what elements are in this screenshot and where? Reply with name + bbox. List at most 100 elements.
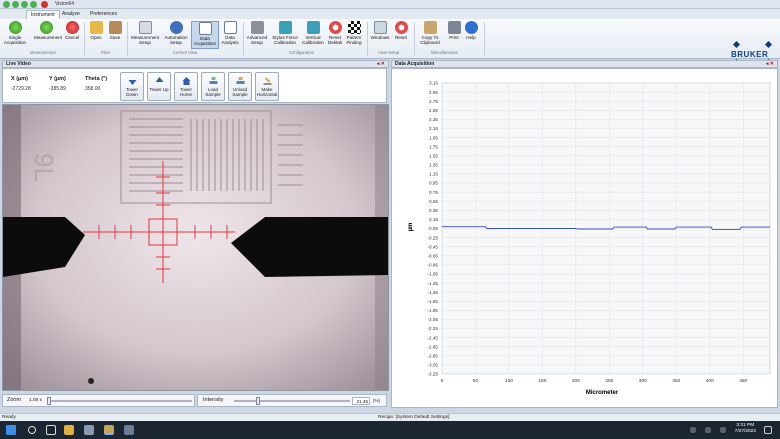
- intensity-value-field[interactable]: 21.35: [352, 397, 370, 405]
- theta-value: 358.00: [85, 86, 101, 92]
- y-tick-label: 3.15: [429, 81, 438, 86]
- y-tick-label: -1.25: [428, 281, 439, 286]
- single-acquisition-icon: [8, 21, 22, 34]
- tower-down-button[interactable]: Tower Down: [120, 72, 144, 101]
- windows-icon: [373, 21, 387, 34]
- stylus-force-calibration-button[interactable]: Stylus Force Calibration: [270, 21, 300, 45]
- arrow-up-icon: [155, 77, 164, 82]
- tray-icon[interactable]: [720, 427, 726, 433]
- vision64-taskbar-icon[interactable]: [104, 425, 114, 435]
- y-tick-label: -0.25: [428, 235, 439, 240]
- zoom-value: 1.00 x: [29, 398, 43, 403]
- cancel-button[interactable]: Cancel: [60, 21, 84, 40]
- advanced-setup-button[interactable]: Advanced Setup: [245, 21, 269, 45]
- ribbon-separator: [84, 22, 85, 56]
- measurement-button[interactable]: Measurement: [34, 21, 62, 40]
- home-icon: [182, 77, 191, 85]
- pattern-finding-button[interactable]: Pattern Finding: [344, 21, 364, 45]
- intensity-slider-thumb[interactable]: [256, 397, 260, 405]
- arrow-down-icon: [128, 80, 137, 85]
- tab-analyze[interactable]: Analyze: [58, 10, 84, 19]
- group-label-miscellaneous: Miscellaneous: [431, 50, 458, 55]
- data-analysis-button[interactable]: Data Analysis: [219, 21, 241, 45]
- y-tick-label: -3.05: [428, 363, 439, 368]
- y-tick-label: -0.45: [428, 244, 439, 249]
- x-value: -2729.28: [11, 86, 31, 92]
- clipboard-icon: [423, 21, 437, 34]
- intensity-control: Intensity 21.35 (%): [197, 394, 387, 407]
- intensity-label: Intensity: [203, 397, 224, 403]
- microscope-image: 9L: [3, 105, 388, 390]
- zoom-control: Zoom 1.00 x: [2, 394, 195, 407]
- taskbar-clock[interactable]: 3:21 PM 7/27/2022: [735, 423, 756, 435]
- window-control-icon[interactable]: [3, 1, 10, 8]
- windows-start-icon[interactable]: [6, 425, 16, 435]
- app-icon[interactable]: [84, 425, 94, 435]
- clock-date: 7/27/2022: [734, 429, 756, 434]
- load-sample-button[interactable]: Load Sample: [201, 72, 225, 101]
- windows-button[interactable]: Windows: [369, 21, 391, 40]
- y-tick-label: 1.95: [429, 135, 438, 140]
- single-acquisition-button[interactable]: Single Acquisition: [2, 21, 28, 45]
- zoom-slider[interactable]: [47, 400, 192, 402]
- help-button[interactable]: Help: [463, 21, 479, 40]
- explorer-icon[interactable]: [64, 425, 74, 435]
- data-acquisition-button[interactable]: Data Acquisition: [191, 21, 219, 49]
- notification-icon[interactable]: [764, 426, 772, 434]
- search-icon[interactable]: [28, 426, 36, 434]
- window-control-icon[interactable]: [12, 1, 19, 8]
- save-button[interactable]: Save: [106, 21, 124, 40]
- x-tick-label: 250: [605, 378, 613, 384]
- x-tick-label: 50: [473, 378, 479, 384]
- ribbon-separator: [367, 22, 368, 56]
- y-tick-labels: 3.15 2.95 2.75 2.55 2.35 2.15 1.95 1.75 1.55 1.35…: [428, 81, 439, 377]
- app-icon[interactable]: [124, 425, 134, 435]
- zoom-slider-thumb[interactable]: [47, 397, 51, 405]
- open-button[interactable]: Open: [86, 21, 106, 40]
- make-horizontal-button[interactable]: Make Horizontal: [255, 72, 279, 101]
- help-icon: [464, 21, 478, 34]
- reset-dektak-button[interactable]: Reset Dektak: [326, 21, 344, 45]
- x-tick-label: 0: [441, 378, 444, 384]
- theta-label: Theta (°): [85, 76, 108, 82]
- zoom-label: Zoom: [7, 397, 22, 403]
- close-icon[interactable]: [41, 1, 48, 8]
- group-label-view-setup: View Setup: [378, 50, 400, 55]
- vertical-calibration-button[interactable]: Vertical Calibration: [300, 21, 326, 45]
- panel-close-icon[interactable]: ◂ ✕: [766, 61, 774, 68]
- x-tick-label: 400: [706, 378, 714, 384]
- checkerboard-icon: [347, 21, 361, 34]
- ribbon-tabs: Instrument Analyze Preferences: [0, 9, 780, 19]
- tab-preferences[interactable]: Preferences: [86, 10, 121, 19]
- y-tick-label: -2.65: [428, 344, 439, 349]
- tower-up-button[interactable]: Tower Up: [147, 72, 171, 101]
- panel-close-icon[interactable]: ◂ ✕: [377, 61, 385, 68]
- automation-setup-button[interactable]: Automation Setup: [162, 21, 190, 45]
- tray-icon[interactable]: [705, 427, 711, 433]
- measurement-setup-button[interactable]: Measurement Setup: [129, 21, 161, 45]
- tower-home-button[interactable]: Tower Home: [174, 72, 198, 101]
- window-control-icon[interactable]: [21, 1, 28, 8]
- data-acquisition-icon: [198, 22, 212, 35]
- intensity-unit: (%): [373, 398, 381, 403]
- y-tick-label: 2.35: [429, 117, 438, 122]
- profile-chart[interactable]: 3.15 2.95 2.75 2.55 2.35 2.15 1.95 1.75 1.55 1.35…: [392, 69, 777, 407]
- y-tick-label: 1.15: [429, 172, 438, 177]
- task-view-icon[interactable]: [46, 425, 56, 435]
- live-video-feed[interactable]: 9L: [2, 104, 389, 391]
- print-button[interactable]: Print: [446, 21, 462, 40]
- ribbon-separator: [127, 22, 128, 56]
- window-control-icon[interactable]: [30, 1, 37, 8]
- y-tick-label: 1.35: [429, 163, 438, 168]
- data-acquisition-header: Data Acquisition ◂ ✕: [391, 60, 778, 68]
- tab-instrument[interactable]: Instrument: [26, 10, 60, 19]
- x-axis-label: Micrometer: [586, 390, 619, 396]
- unload-sample-button[interactable]: Unload Sample: [228, 72, 252, 101]
- reset-view-button[interactable]: Reset: [392, 21, 410, 40]
- y-tick-label: 2.15: [429, 126, 438, 131]
- intensity-slider[interactable]: [234, 400, 350, 402]
- tray-icon[interactable]: [690, 427, 696, 433]
- copy-to-clipboard-button[interactable]: Copy To Clipboard: [416, 21, 444, 45]
- y-tick-label: -0.85: [428, 263, 439, 268]
- y-tick-label: -0.65: [428, 253, 439, 258]
